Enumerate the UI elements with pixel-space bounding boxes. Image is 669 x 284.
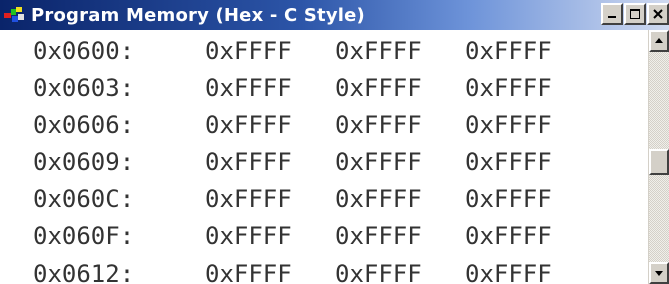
memory-value: 0xFFFF <box>335 37 422 65</box>
close-icon <box>653 9 663 19</box>
maximize-button[interactable] <box>624 3 646 25</box>
memory-value: 0xFFFF <box>205 185 292 213</box>
memory-address: 0x0609: <box>33 148 135 176</box>
memory-row: 0x060C: 0xFFFF 0xFFFF 0xFFFF <box>0 181 552 218</box>
arrow-down-icon <box>655 271 663 276</box>
memory-value: 0xFFFF <box>465 222 552 250</box>
window-controls <box>600 3 669 25</box>
memory-value: 0xFFFF <box>205 37 292 65</box>
scroll-down-button[interactable] <box>649 262 669 284</box>
memory-value: 0xFFFF <box>335 148 422 176</box>
app-icon <box>3 4 27 26</box>
maximize-icon <box>630 9 640 19</box>
memory-value: 0xFFFF <box>335 111 422 139</box>
memory-value: 0xFFFF <box>465 148 552 176</box>
program-memory-window: Program Memory (Hex - C Style) 0x0600: 0… <box>0 0 669 284</box>
memory-row: 0x0603: 0xFFFF 0xFFFF 0xFFFF <box>0 70 552 107</box>
memory-address: 0x0606: <box>33 111 135 139</box>
memory-value: 0xFFFF <box>465 111 552 139</box>
memory-value: 0xFFFF <box>335 74 422 102</box>
memory-value: 0xFFFF <box>335 222 422 250</box>
memory-value: 0xFFFF <box>465 185 552 213</box>
title-bar[interactable]: Program Memory (Hex - C Style) <box>0 0 669 30</box>
memory-row: 0x0612: 0xFFFF 0xFFFF 0xFFFF <box>0 256 552 284</box>
memory-row: 0x0600: 0xFFFF 0xFFFF 0xFFFF <box>0 33 552 70</box>
memory-value: 0xFFFF <box>335 260 422 284</box>
memory-value: 0xFFFF <box>465 74 552 102</box>
scroll-up-button[interactable] <box>649 30 669 52</box>
window-title: Program Memory (Hex - C Style) <box>31 4 365 26</box>
memory-value: 0xFFFF <box>465 260 552 284</box>
memory-value: 0xFFFF <box>205 111 292 139</box>
minimize-button[interactable] <box>601 3 623 25</box>
memory-row: 0x0609: 0xFFFF 0xFFFF 0xFFFF <box>0 144 552 181</box>
memory-view[interactable]: 0x0600: 0xFFFF 0xFFFF 0xFFFF 0x0603: 0xF… <box>0 30 648 284</box>
arrow-up-icon <box>655 38 663 43</box>
memory-address: 0x0612: <box>33 260 135 284</box>
vertical-scrollbar[interactable] <box>648 30 669 284</box>
memory-value: 0xFFFF <box>205 148 292 176</box>
memory-value: 0xFFFF <box>465 37 552 65</box>
memory-value: 0xFFFF <box>205 222 292 250</box>
memory-address: 0x060C: <box>33 185 135 213</box>
memory-address: 0x060F: <box>33 222 135 250</box>
close-button[interactable] <box>647 3 669 25</box>
memory-row: 0x060F: 0xFFFF 0xFFFF 0xFFFF <box>0 218 552 255</box>
memory-value: 0xFFFF <box>205 260 292 284</box>
scroll-thumb[interactable] <box>649 149 669 175</box>
memory-row: 0x0606: 0xFFFF 0xFFFF 0xFFFF <box>0 107 552 144</box>
memory-value: 0xFFFF <box>335 185 422 213</box>
minimize-icon <box>608 16 616 18</box>
memory-address: 0x0603: <box>33 74 135 102</box>
memory-value: 0xFFFF <box>205 74 292 102</box>
memory-address: 0x0600: <box>33 37 135 65</box>
